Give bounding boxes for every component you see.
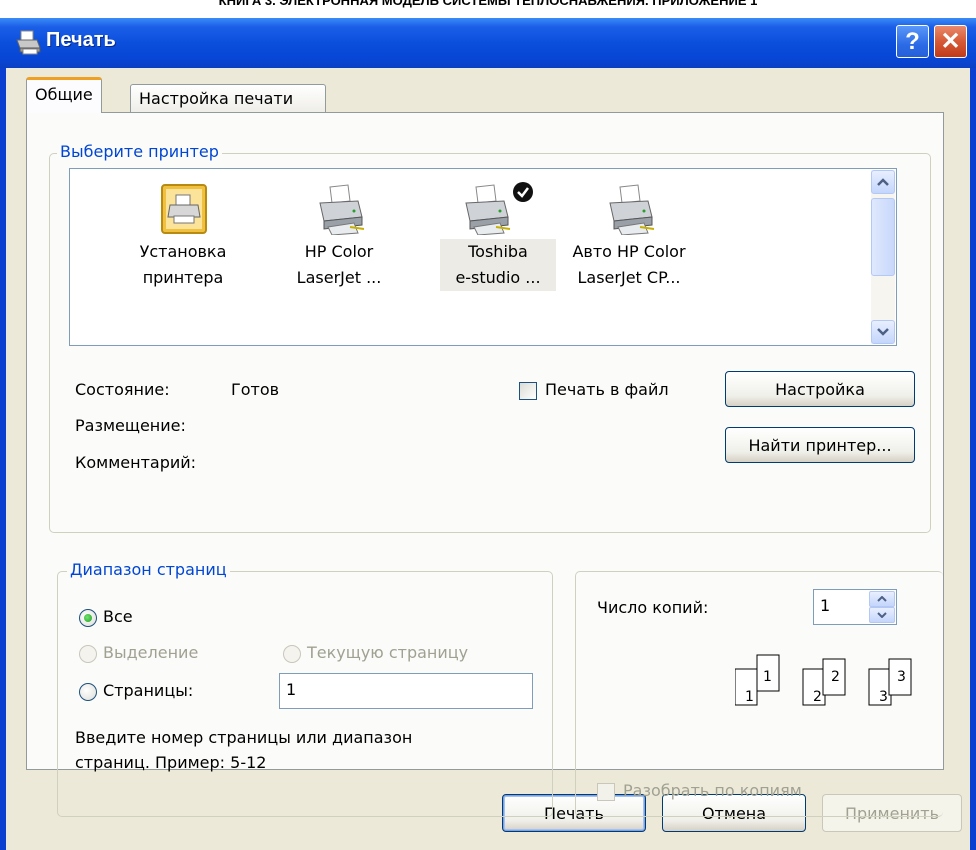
collate-page-3a: 3: [879, 689, 888, 705]
copies-decrement-button[interactable]: [869, 607, 895, 623]
scroll-up-button[interactable]: [871, 170, 895, 194]
collate-page-1a: 1: [745, 689, 754, 705]
tab-general-label: Общие: [35, 85, 93, 104]
find-printer-button[interactable]: Найти принтер...: [725, 427, 915, 463]
printer-label-line2: принтера: [142, 268, 224, 287]
find-printer-button-label: Найти принтер...: [748, 435, 892, 455]
preferences-button[interactable]: Настройка: [725, 371, 915, 407]
radio-all-label[interactable]: Все: [103, 607, 133, 626]
printer-label-line1: Toshiba: [468, 242, 528, 261]
printer-label-line2: LaserJet ...: [296, 268, 382, 287]
printer-icon: [465, 184, 511, 235]
printer-app-icon: [16, 30, 41, 55]
printer-label: Авто HP Color LaserJet CP...: [564, 239, 694, 291]
window-title: Печать: [46, 29, 116, 51]
printer-label: Установка принтера: [118, 239, 248, 291]
chevron-up-icon: [877, 178, 889, 186]
comment-label: Комментарий:: [75, 453, 197, 472]
add-printer-icon: [161, 184, 207, 234]
printer-icon: [609, 184, 655, 235]
radio-pages-label[interactable]: Страницы:: [103, 681, 193, 700]
printer-label-line2: e-studio ...: [455, 268, 541, 287]
printer-label: HP Color LaserJet ...: [274, 239, 404, 291]
print-to-file-checkbox[interactable]: [519, 382, 537, 400]
collate-page-3b: 3: [897, 669, 906, 685]
printer-list-scrollbar[interactable]: [871, 170, 895, 344]
printer-label-line2: LaserJet CP...: [577, 268, 681, 287]
close-icon: ✕: [940, 28, 961, 55]
tab-general[interactable]: Общие: [26, 77, 102, 113]
scroll-thumb[interactable]: [871, 198, 895, 276]
document-header-text: КНИГА 3. ЭЛЕКТРОННАЯ МОДЕЛЬ СИСТЕМЫ ТЕПЛ…: [218, 0, 758, 8]
radio-all[interactable]: [79, 609, 97, 627]
help-icon: ?: [905, 27, 920, 55]
general-tab-panel: Выберите принтер Установка принтера HP C…: [26, 112, 944, 817]
tab-print-settings-label: Настройка печати: [139, 89, 294, 108]
radio-current-page-label: Текущую страницу: [307, 643, 469, 662]
location-label: Размещение:: [75, 416, 186, 435]
status-value: Готов: [231, 380, 280, 399]
page-range-hint-line1: Введите номер страницы или диапазон: [75, 728, 413, 747]
printer-label-line1: HP Color: [304, 242, 374, 261]
page-range-group-title: Диапазон страниц: [67, 560, 230, 579]
help-button[interactable]: ?: [896, 25, 929, 58]
radio-selection-label: Выделение: [103, 643, 199, 662]
copies-label: Число копий:: [597, 598, 709, 617]
printer-label-line1: Установка: [139, 242, 227, 261]
chevron-up-icon: [877, 596, 887, 602]
status-label: Состояние:: [75, 380, 170, 399]
chevron-down-icon: [877, 328, 889, 336]
chevron-down-icon: [877, 612, 887, 618]
dialog-client-area: Общие Настройка печати Выберите принтер: [6, 68, 970, 850]
page-range-hint-line2: страниц. Пример: 5-12: [75, 753, 267, 772]
printer-label: Toshiba e-studio ...: [440, 239, 556, 291]
copies-increment-button[interactable]: [869, 591, 895, 607]
collate-label: Разобрать по копиям: [623, 781, 802, 800]
print-dialog: Печать ? ✕ Общие Настройка печати Выбери…: [0, 18, 976, 850]
printer-group-title: Выберите принтер: [57, 142, 222, 161]
default-printer-check-icon: [513, 182, 533, 202]
printer-label-line1: Авто HP Color: [572, 242, 686, 261]
radio-selection[interactable]: [79, 645, 97, 663]
collate-page-1b: 1: [763, 669, 772, 685]
printer-icon: [319, 184, 365, 235]
close-button[interactable]: ✕: [934, 25, 967, 58]
collate-page-2b: 2: [831, 669, 840, 685]
print-to-file-label[interactable]: Печать в файл: [545, 380, 669, 399]
pages-input[interactable]: 1: [279, 673, 533, 709]
collate-page-2a: 2: [813, 689, 822, 705]
title-bar[interactable]: Печать ? ✕: [0, 18, 976, 68]
scroll-down-button[interactable]: [871, 320, 895, 344]
collate-illustration-icon: 1 1 2 2 3 3: [735, 654, 912, 706]
radio-pages[interactable]: [79, 683, 97, 701]
printer-list[interactable]: Установка принтера HP Color LaserJet ...…: [69, 168, 897, 346]
copies-spinner[interactable]: [869, 591, 895, 623]
preferences-button-label: Настройка: [775, 379, 865, 399]
collate-checkbox[interactable]: [597, 783, 615, 801]
radio-current-page[interactable]: [283, 645, 301, 663]
document-header: КНИГА 3. ЭЛЕКТРОННАЯ МОДЕЛЬ СИСТЕМЫ ТЕПЛ…: [0, 0, 976, 18]
